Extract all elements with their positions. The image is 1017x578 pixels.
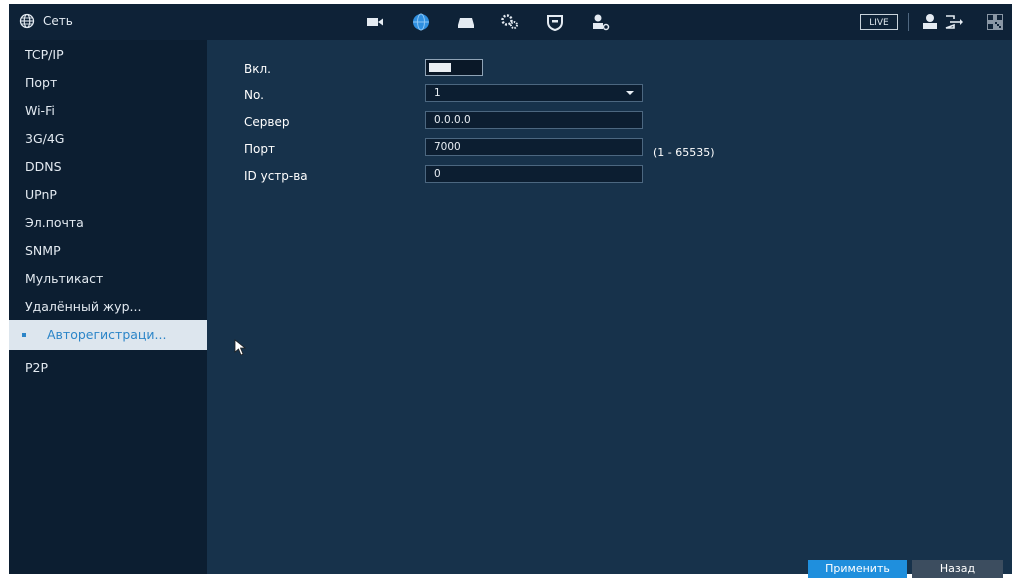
sidebar-item-p2p[interactable]: P2P <box>9 353 207 383</box>
settings-icon[interactable] <box>499 12 521 32</box>
sidebar-item-snmp[interactable]: SNMP <box>9 236 207 266</box>
top-bar: Сеть LIVE <box>9 4 1012 40</box>
sidebar-item-wifi[interactable]: Wi-Fi <box>9 96 207 126</box>
sidebar-item-upnp[interactable]: UPnP <box>9 180 207 210</box>
port-range-hint: (1 - 65535) <box>653 146 715 159</box>
mouse-cursor-icon <box>234 339 247 356</box>
account-icon[interactable] <box>589 12 611 32</box>
logout-icon[interactable] <box>943 12 965 32</box>
app-window: Сеть LIVE TCP/IP Порт Wi-Fi 3G/4G DDNS U… <box>9 4 1012 574</box>
sidebar-item-3g4g[interactable]: 3G/4G <box>9 124 207 154</box>
toggle-knob <box>429 63 451 72</box>
live-button[interactable]: LIVE <box>860 14 898 30</box>
no-label: No. <box>244 88 264 102</box>
sidebar-item-label: Авторегистраци... <box>47 327 167 342</box>
toolbar-divider <box>908 13 909 31</box>
enable-toggle[interactable] <box>425 59 483 76</box>
server-input[interactable]: 0.0.0.0 <box>425 111 643 129</box>
sidebar-item-auto-register[interactable]: Авторегистраци... <box>9 320 207 350</box>
apply-button[interactable]: Применить <box>808 560 907 578</box>
qr-code-icon[interactable] <box>985 12 1005 32</box>
page-title: Сеть <box>43 14 73 28</box>
port-label: Порт <box>244 142 275 156</box>
enable-label: Вкл. <box>244 62 271 76</box>
storage-icon[interactable] <box>455 12 477 32</box>
user-icon[interactable] <box>919 12 941 32</box>
sidebar-item-port[interactable]: Порт <box>9 68 207 98</box>
sidebar: TCP/IP Порт Wi-Fi 3G/4G DDNS UPnP Эл.поч… <box>9 40 207 574</box>
port-input[interactable]: 7000 <box>425 138 643 156</box>
server-label: Сервер <box>244 115 290 129</box>
network-icon[interactable] <box>410 12 432 32</box>
active-indicator <box>22 333 26 337</box>
device-id-input[interactable]: 0 <box>425 165 643 183</box>
sidebar-item-email[interactable]: Эл.почта <box>9 208 207 238</box>
camera-icon[interactable] <box>364 12 386 32</box>
device-id-label: ID устр-ва <box>244 169 308 183</box>
sidebar-item-multicast[interactable]: Мультикаст <box>9 264 207 294</box>
sidebar-item-ddns[interactable]: DDNS <box>9 152 207 182</box>
sidebar-item-tcpip[interactable]: TCP/IP <box>9 40 207 70</box>
back-button[interactable]: Назад <box>912 560 1003 578</box>
security-icon[interactable] <box>544 12 566 32</box>
no-select[interactable]: 1 <box>425 84 643 102</box>
sidebar-item-remote-log[interactable]: Удалённый жур... <box>9 292 207 322</box>
globe-icon <box>19 13 35 29</box>
